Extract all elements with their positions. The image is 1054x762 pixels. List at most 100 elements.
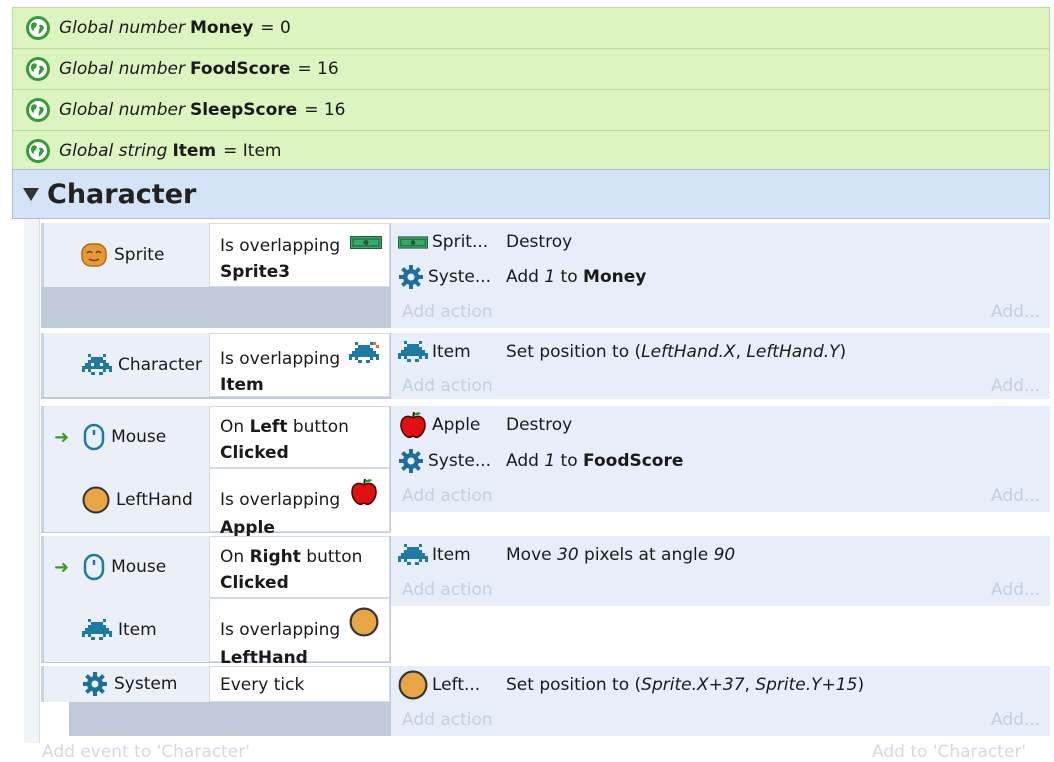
globe-icon [26,98,50,122]
group-header-character[interactable]: Character [12,169,1050,219]
event-gap [41,702,69,736]
condition-text: On Left button [220,417,349,437]
add-action-link[interactable]: Add action [402,376,493,396]
collapse-triangle-icon[interactable] [23,187,39,201]
condition-text: Every tick [220,675,305,695]
apple-icon [398,410,428,440]
add-more-link[interactable]: Add... [991,302,1040,322]
gear-icon [398,448,424,474]
condition-on-right-button[interactable]: On Right button Clicked [209,536,390,598]
action-object-name: Syste... [428,451,492,471]
event-separator [391,328,1050,332]
action-object-name: Apple [432,415,481,435]
action-row[interactable]: Left... Set position to (Sprite.X+37, Sp… [398,670,1038,700]
condition-every-tick[interactable]: Every tick [209,666,390,702]
action-row[interactable]: Sprit... Destroy [398,228,1038,256]
action-text: Set position to (LeftHand.X, LeftHand.Y) [506,342,847,362]
add-more-link[interactable]: Add... [991,486,1040,506]
orange-circle-icon [82,486,110,514]
action-text: Move 30 pixels at angle 90 [506,545,736,565]
global-var-kind: Global number [59,18,185,38]
global-var-value: = 16 [297,59,339,79]
action-row[interactable]: Apple Destroy [398,410,1038,440]
global-var-value: = Item [223,140,282,161]
condition-object: Clicked [220,573,289,593]
condition-is-overlapping[interactable]: Is overlapping Apple [209,468,390,538]
event-object-cell[interactable]: Character [41,333,209,397]
global-var-name: Item [172,140,217,161]
orange-circle-icon [349,607,379,645]
event-object-name: Mouse [111,427,167,447]
gear-icon [398,264,424,290]
event-object-cell[interactable]: ➜ Mouse [41,536,209,598]
event-object-cell[interactable]: ➜ Mouse [41,406,209,468]
action-object-name: Item [432,545,471,565]
add-event-link[interactable]: Add event to 'Character' [42,742,250,762]
condition-text: On Right button [220,547,363,567]
add-more-link[interactable]: Add... [991,580,1040,600]
condition-is-overlapping[interactable]: Is overlapping Item [209,333,390,397]
group-indent-guide [24,219,40,743]
gear-icon [82,671,108,697]
event-separator [391,606,1050,665]
globe-icon [26,16,50,40]
trigger-arrow-icon: ➜ [54,426,70,448]
sprite-face-icon [80,241,108,269]
condition-on-left-button[interactable]: On Left button Clicked [209,406,390,468]
global-var-name: FoodScore [189,59,291,79]
event-object-name: Character [118,355,202,375]
condition-object: Apple [220,518,275,538]
event-object-cell[interactable]: Sprite [41,223,209,287]
add-action-link[interactable]: Add action [402,486,493,506]
global-var-value: = 0 [260,18,291,38]
space-invader-icon [82,619,112,641]
action-object-name: Item [432,342,471,362]
action-object-name: Syste... [428,267,492,287]
group-title: Character [47,178,197,210]
condition-text: Is overlapping [220,620,341,640]
action-object-name: Sprit... [432,232,489,252]
globe-icon [26,57,50,81]
trigger-arrow-icon: ➜ [54,556,70,578]
action-object-name: Left... [432,675,481,695]
event-object-name: Item [118,620,157,640]
global-var-foodscore[interactable]: Global number FoodScore = 16 [12,48,1050,89]
condition-object: Item [220,375,264,395]
add-action-link[interactable]: Add action [402,302,493,322]
condition-is-overlapping[interactable]: Is overlapping LeftHand [209,598,390,668]
space-invader-icon [398,341,428,363]
condition-text: Is overlapping [220,236,341,256]
event-object-name: LeftHand [116,490,193,510]
action-text: Add 1 to FoodScore [506,451,684,471]
add-more-link[interactable]: Add... [991,376,1040,396]
global-var-item[interactable]: Global string Item = Item [12,130,1050,171]
add-to-group-link[interactable]: Add to 'Character' [872,742,1026,762]
event-separator [391,400,1050,405]
add-action-link[interactable]: Add action [402,580,493,600]
global-var-sleepscore[interactable]: Global number SleepScore = 16 [12,89,1050,130]
mouse-icon [83,423,105,451]
event-object-name: System [114,674,178,694]
event-object-cell[interactable]: Item [41,598,209,662]
event-separator [391,512,1050,536]
action-row[interactable]: Syste... Add 1 to FoodScore [398,447,1038,475]
condition-object: Sprite3 [220,262,291,282]
event-object-name: Mouse [111,557,167,577]
green-banknote-icon [349,231,382,257]
global-var-money[interactable]: Global number Money = 0 [12,7,1050,48]
add-more-link[interactable]: Add... [991,710,1040,730]
condition-is-overlapping[interactable]: Is overlapping Sprite3 [209,223,390,287]
event-object-cell[interactable]: System [41,666,209,702]
global-var-value: = 16 [304,100,346,120]
add-action-link[interactable]: Add action [402,710,493,730]
green-banknote-icon [398,235,428,249]
apple-icon [349,477,379,515]
action-row[interactable]: Syste... Add 1 to Money [398,263,1038,291]
space-invader-icon [398,544,428,566]
action-row[interactable]: Item Move 30 pixels at angle 90 [398,541,1038,569]
action-text: Destroy [506,232,573,252]
condition-text: Is overlapping [220,490,341,510]
globe-icon [26,138,50,163]
action-row[interactable]: Item Set position to (LeftHand.X, LeftHa… [398,338,1038,366]
event-object-cell[interactable]: LeftHand [41,468,209,532]
